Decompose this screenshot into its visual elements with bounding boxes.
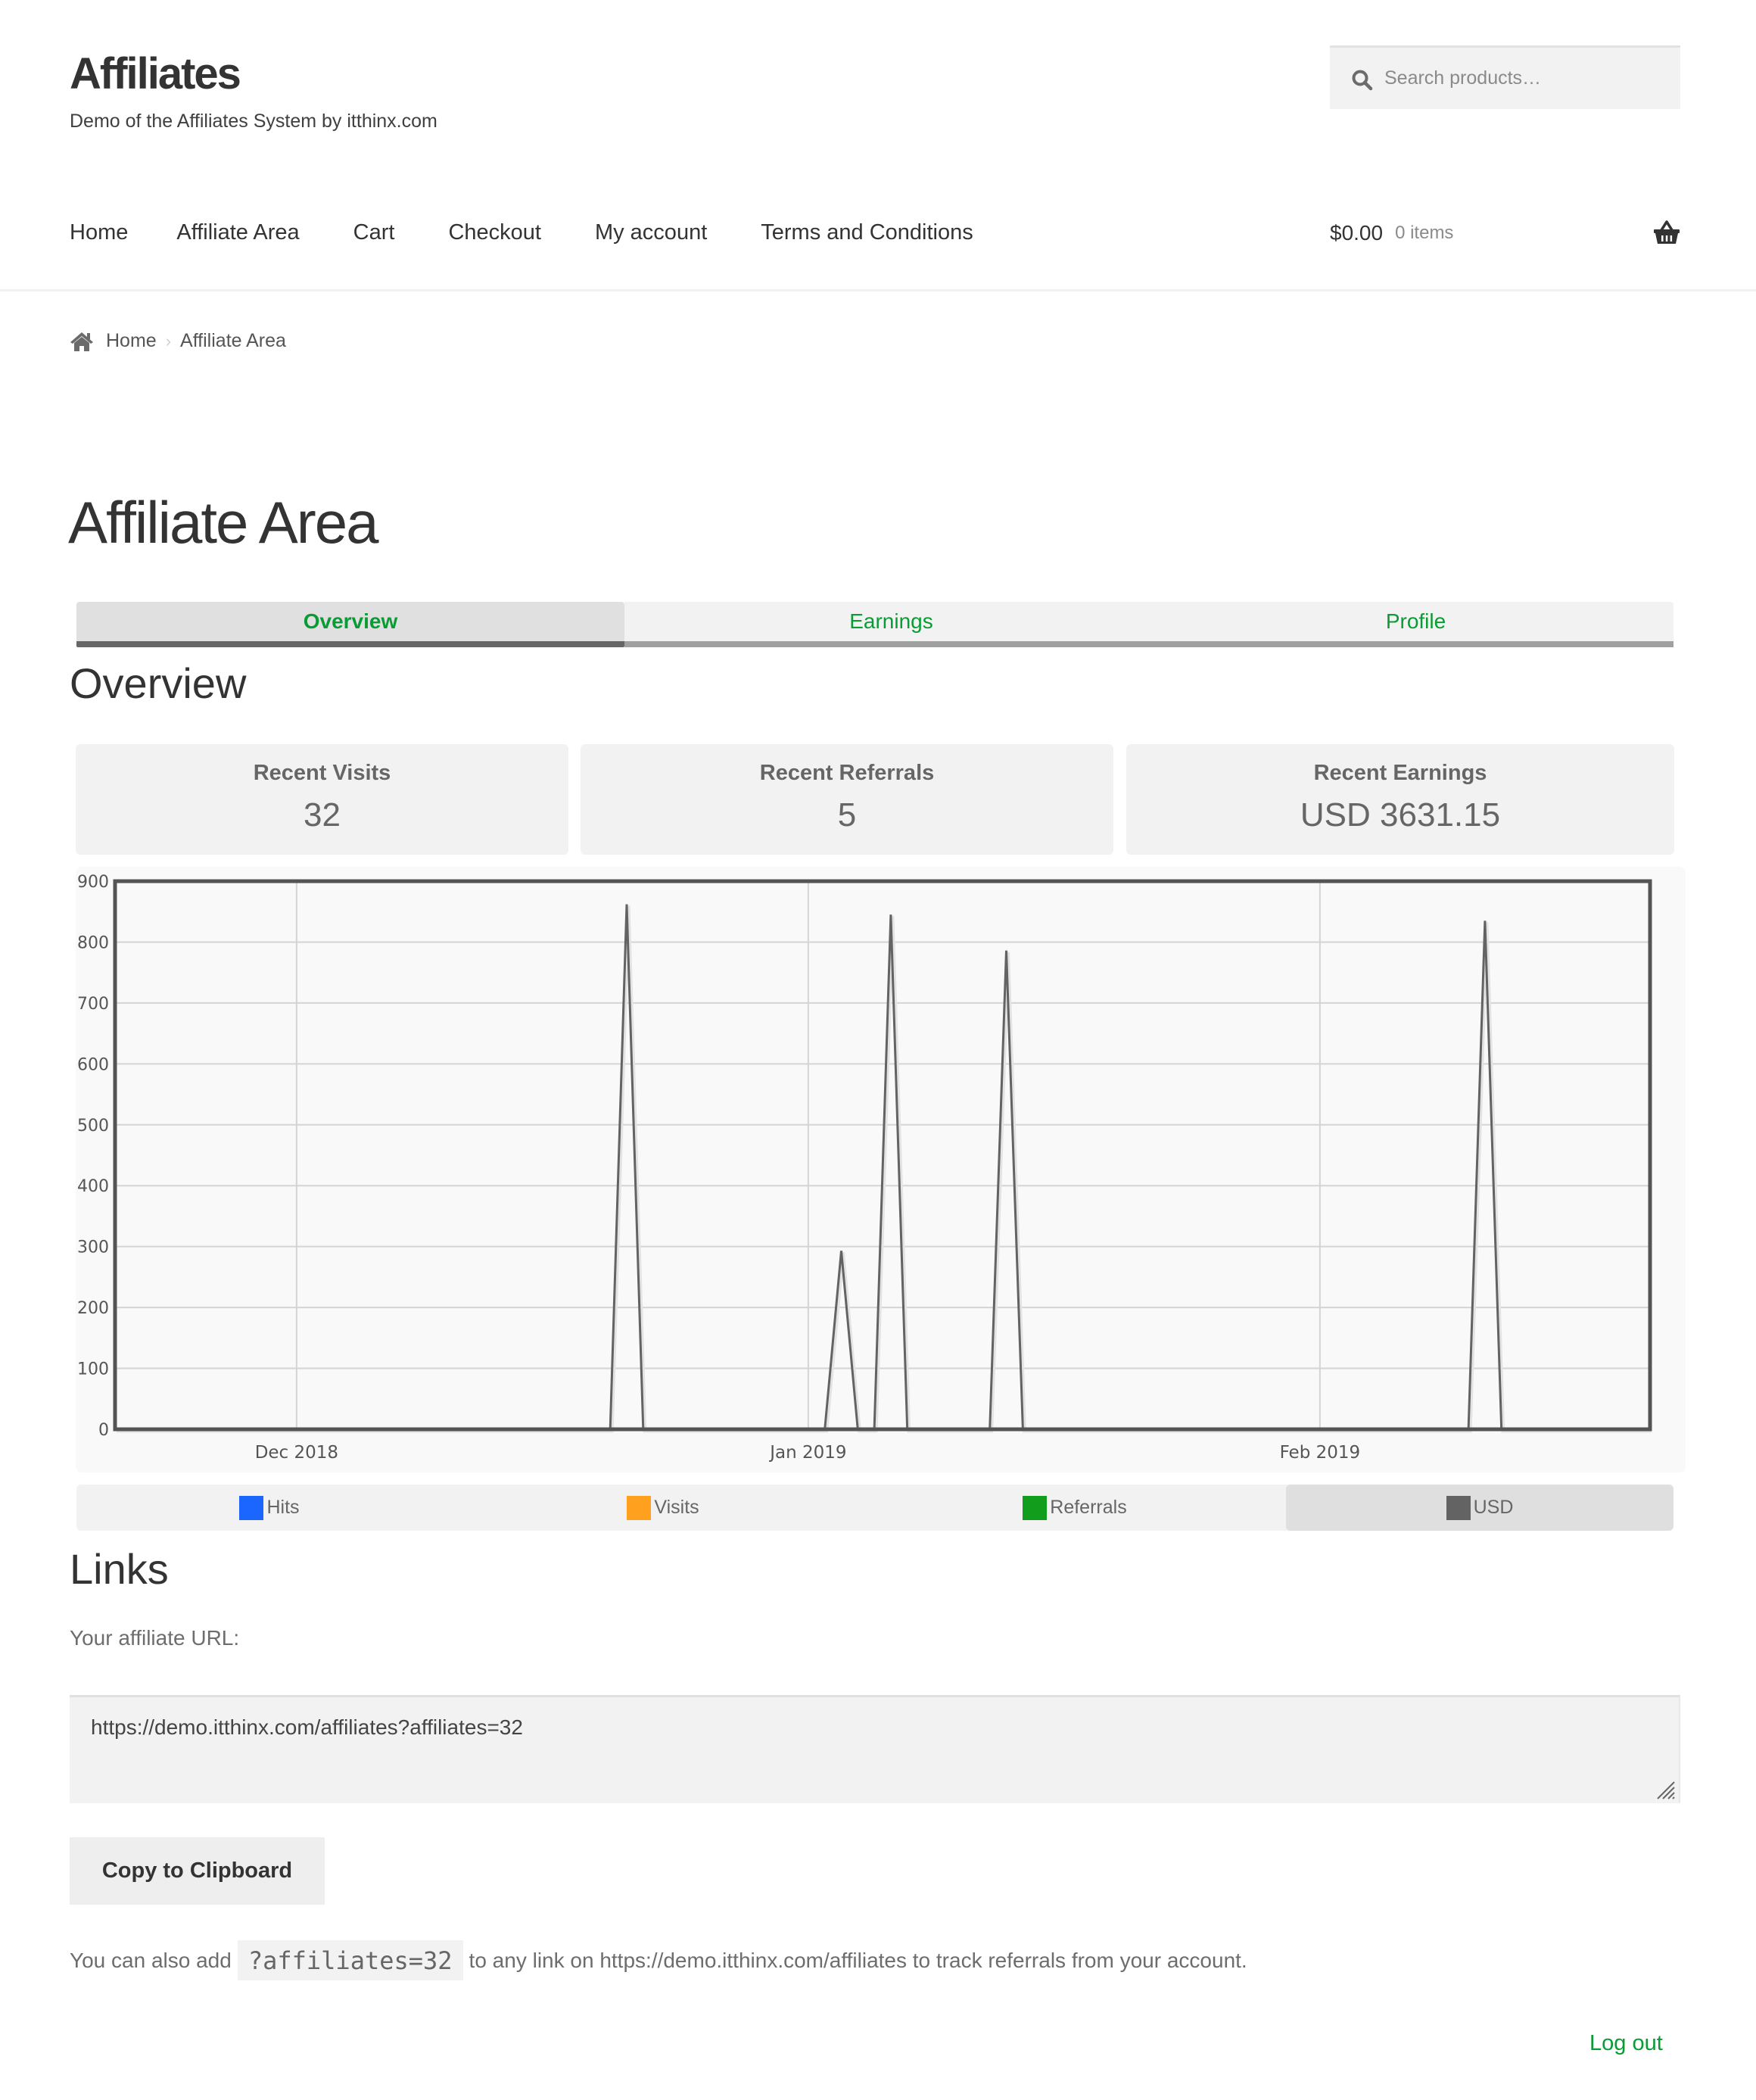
- y-tick-label: 900: [77, 873, 109, 892]
- chart-svg: 0 100 200 300 400 500 600 700 800 900 Dec 2018 Jan …: [77, 873, 1652, 1463]
- stat-card-earnings: Recent Earnings USD 3631.15: [1126, 744, 1674, 855]
- x-tick-label: Jan 2019: [768, 1443, 846, 1463]
- tab-overview[interactable]: Overview: [76, 602, 624, 647]
- legend-label: USD: [1473, 1497, 1514, 1518]
- legend-label: Hits: [266, 1497, 300, 1518]
- site-description: Demo of the Affiliates System by itthinx…: [70, 111, 437, 132]
- stat-label: Recent Visits: [253, 761, 391, 785]
- breadcrumb-current: Affiliate Area: [180, 330, 286, 351]
- product-search[interactable]: [1330, 45, 1680, 109]
- legend-label: Visits: [654, 1497, 699, 1518]
- breadcrumb-separator: ›: [165, 331, 172, 351]
- affiliate-url-field[interactable]: [70, 1695, 1680, 1803]
- y-tick-label: 100: [77, 1360, 109, 1379]
- y-tick-label: 600: [77, 1055, 109, 1074]
- logout-link[interactable]: Log out: [1589, 2031, 1663, 2056]
- y-tick-label: 200: [77, 1299, 109, 1318]
- legend-label: Referrals: [1050, 1497, 1127, 1518]
- search-icon: [1352, 70, 1373, 91]
- resize-handle-icon[interactable]: [1655, 1779, 1676, 1800]
- links-heading: Links: [70, 1545, 169, 1593]
- x-tick-label: Feb 2019: [1280, 1443, 1361, 1463]
- copy-to-clipboard-button[interactable]: Copy to Clipboard: [70, 1837, 325, 1905]
- tab-profile[interactable]: Profile: [1158, 602, 1673, 647]
- search-input[interactable]: [1384, 55, 1672, 101]
- legend-item-referrals[interactable]: Referrals: [864, 1485, 1286, 1531]
- breadcrumb-home[interactable]: Home: [106, 330, 157, 352]
- stat-card-referrals: Recent Referrals 5: [581, 744, 1113, 855]
- affiliate-url-label: Your affiliate URL:: [70, 1626, 240, 1650]
- legend-swatch-referrals: [1023, 1495, 1048, 1520]
- nav-item-home[interactable]: Home: [70, 220, 128, 245]
- stat-value: 32: [304, 796, 341, 833]
- stat-value: 5: [837, 796, 857, 833]
- header-cart[interactable]: $0.00 0 items: [1330, 217, 1680, 250]
- hint-suffix: to any link on https://demo.itthinx.com/…: [469, 1948, 1247, 1972]
- legend-item-visits[interactable]: Visits: [462, 1485, 864, 1531]
- affiliate-param-code: ?affiliates=32: [237, 1940, 463, 1980]
- y-tick-label: 400: [77, 1177, 109, 1196]
- stat-label: Recent Earnings: [1313, 761, 1487, 785]
- basket-icon[interactable]: [1653, 220, 1680, 245]
- hint-prefix: You can also add: [70, 1948, 232, 1972]
- affiliate-param-hint: You can also add ?affiliates=32 to any l…: [70, 1940, 1247, 1980]
- header-divider: [0, 289, 1756, 291]
- cart-amount[interactable]: $0.00: [1330, 221, 1383, 245]
- legend-swatch-hits: [239, 1495, 264, 1520]
- legend-swatch-usd: [1446, 1495, 1471, 1520]
- breadcrumb: Home › Affiliate Area: [70, 330, 286, 352]
- stat-label: Recent Referrals: [759, 761, 935, 785]
- y-tick-label: 300: [77, 1239, 109, 1257]
- nav-item-my-account[interactable]: My account: [595, 220, 707, 245]
- legend-item-hits[interactable]: Hits: [76, 1485, 462, 1531]
- stats-chart: 0 100 200 300 400 500 600 700 800 900 Dec 2018 Jan …: [76, 867, 1686, 1472]
- y-tick-label: 700: [77, 995, 109, 1014]
- stat-value: USD 3631.15: [1300, 796, 1501, 833]
- overview-heading: Overview: [70, 659, 247, 707]
- stat-card-visits: Recent Visits 32: [76, 744, 568, 855]
- primary-nav: Home Affiliate Area Cart Checkout My acc…: [70, 215, 973, 250]
- y-tick-label: 500: [77, 1117, 109, 1136]
- nav-item-cart[interactable]: Cart: [353, 220, 395, 245]
- legend-swatch-visits: [627, 1495, 652, 1520]
- x-tick-label: Dec 2018: [255, 1443, 338, 1463]
- affiliate-url-textarea[interactable]: [70, 1697, 1679, 1803]
- tab-earnings[interactable]: Earnings: [624, 602, 1158, 647]
- y-tick-label: 800: [77, 933, 109, 952]
- cart-count[interactable]: 0 items: [1395, 223, 1453, 244]
- page-title: Affiliate Area: [68, 489, 379, 556]
- y-tick-label: 0: [98, 1421, 109, 1440]
- chart-legend: Hits Visits Referrals USD: [76, 1485, 1673, 1531]
- nav-item-affiliate-area[interactable]: Affiliate Area: [176, 220, 299, 245]
- legend-item-usd[interactable]: USD: [1286, 1485, 1673, 1531]
- nav-item-terms[interactable]: Terms and Conditions: [761, 220, 973, 245]
- affiliate-tabs: Overview Earnings Profile: [76, 602, 1673, 647]
- site-title[interactable]: Affiliates: [70, 47, 241, 101]
- home-icon: [70, 332, 93, 351]
- nav-item-checkout[interactable]: Checkout: [448, 220, 541, 245]
